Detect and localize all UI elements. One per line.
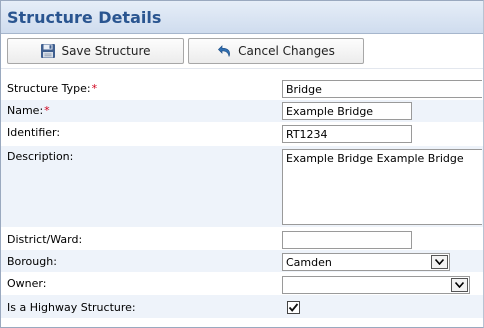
highway-structure-checkbox[interactable] (287, 301, 300, 314)
description-value: Example Bridge Example Bridge (286, 152, 464, 165)
row-district-ward: District/Ward: (1, 227, 483, 250)
name-label: Name:* (7, 104, 50, 117)
toolbar: Save Structure Cancel Changes (1, 35, 483, 69)
cancel-changes-button[interactable]: Cancel Changes (188, 38, 364, 64)
save-structure-label: Save Structure (61, 44, 151, 58)
panel-title: Structure Details (7, 8, 162, 27)
structure-type-label-text: Structure Type: (7, 82, 91, 95)
name-value: Example Bridge (286, 105, 374, 118)
panel-header: Structure Details (1, 1, 483, 34)
required-marker: * (44, 104, 50, 117)
structure-type-label: Structure Type:* (7, 82, 97, 95)
save-structure-button[interactable]: Save Structure (7, 38, 184, 64)
identifier-value: RT1234 (286, 128, 328, 141)
required-marker: * (91, 82, 98, 95)
cancel-changes-label: Cancel Changes (238, 44, 335, 58)
borough-value: Camden (286, 256, 332, 269)
identifier-input[interactable]: RT1234 (282, 125, 412, 143)
district-ward-input[interactable] (282, 231, 412, 249)
structure-type-value: Bridge (286, 83, 322, 96)
row-owner: Owner: (1, 272, 483, 295)
row-description: Description: Example Bridge Example Brid… (1, 146, 483, 227)
description-textarea[interactable]: Example Bridge Example Bridge (282, 149, 482, 225)
undo-arrow-icon (217, 43, 233, 59)
row-borough: Borough: Camden (1, 250, 483, 272)
name-input[interactable]: Example Bridge (282, 102, 412, 120)
row-highway-structure: Is a Highway Structure: (1, 295, 483, 318)
district-ward-label: District/Ward: (7, 233, 83, 246)
floppy-disk-icon (40, 43, 56, 59)
chevron-down-icon[interactable] (451, 278, 468, 292)
name-label-text: Name: (7, 104, 44, 117)
highway-structure-label: Is a Highway Structure: (7, 301, 136, 314)
description-label: Description: (7, 150, 74, 163)
structure-details-panel: Structure Details Save Structure Cancel … (0, 0, 484, 328)
owner-select[interactable] (282, 276, 470, 294)
owner-label: Owner: (7, 277, 47, 290)
identifier-label: Identifier: (7, 126, 61, 139)
structure-type-field[interactable]: Bridge (282, 80, 482, 98)
chevron-down-icon[interactable] (431, 255, 448, 269)
borough-select[interactable]: Camden (282, 253, 450, 271)
checkmark-icon (288, 303, 299, 312)
borough-label: Borough: (7, 255, 57, 268)
row-name: Name:* Example Bridge (1, 100, 483, 122)
row-structure-type: Structure Type:* Bridge (1, 78, 483, 100)
row-identifier: Identifier: RT1234 (1, 122, 483, 146)
